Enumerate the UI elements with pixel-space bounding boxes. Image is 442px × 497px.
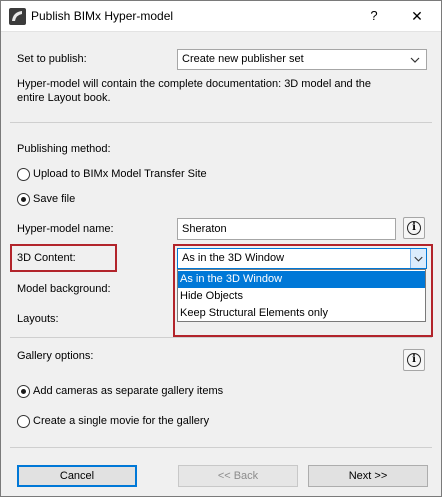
upload-radio-label[interactable]: Upload to BIMx Model Transfer Site [33, 168, 207, 180]
back-button[interactable]: << Back [178, 465, 298, 487]
set-to-publish-value: Create new publisher set [182, 53, 304, 65]
3d-content-label: 3D Content: [17, 252, 76, 264]
3d-content-select[interactable]: As in the 3D Window [177, 248, 427, 269]
publishing-method-label: Publishing method: [17, 143, 111, 155]
add-cameras-radio[interactable] [17, 385, 30, 398]
info-icon: i [407, 221, 421, 235]
divider [10, 337, 432, 338]
add-cameras-radio-label[interactable]: Add cameras as separate gallery items [33, 385, 223, 397]
hypermodel-name-label: Hyper-model name: [17, 223, 114, 235]
title-bar: Publish BIMx Hyper-model ? ✕ [1, 1, 441, 32]
hypermodel-name-input[interactable]: Sheraton [177, 218, 396, 240]
dropdown-option[interactable]: As in the 3D Window [178, 271, 425, 288]
gallery-info-button[interactable]: i [403, 349, 425, 371]
cancel-button[interactable]: Cancel [17, 465, 137, 487]
description-line-2: entire Layout book. [17, 92, 111, 104]
description-line-1: Hyper-model will contain the complete do… [17, 78, 372, 90]
hypermodel-info-button[interactable]: i [403, 217, 425, 239]
chevron-down-icon [410, 57, 420, 63]
publish-dialog: Publish BIMx Hyper-model ? ✕ Set to publ… [0, 0, 442, 497]
next-button[interactable]: Next >> [308, 465, 428, 487]
help-button[interactable]: ? [363, 5, 385, 27]
model-background-label: Model background: [17, 283, 111, 295]
upload-radio[interactable] [17, 168, 30, 181]
divider [10, 122, 432, 123]
gallery-options-label: Gallery options: [17, 350, 94, 362]
window-title: Publish BIMx Hyper-model [31, 9, 174, 23]
close-button[interactable]: ✕ [406, 5, 428, 27]
layouts-label: Layouts: [17, 313, 59, 325]
save-file-radio[interactable] [17, 193, 30, 206]
single-movie-radio[interactable] [17, 415, 30, 428]
set-to-publish-select[interactable]: Create new publisher set [177, 49, 427, 70]
hypermodel-name-value: Sheraton [182, 223, 227, 235]
archicad-app-icon [9, 8, 26, 25]
chevron-down-icon [410, 249, 426, 268]
dropdown-option[interactable]: Hide Objects [178, 288, 425, 305]
3d-content-value: As in the 3D Window [182, 252, 285, 264]
set-to-publish-label: Set to publish: [17, 53, 87, 65]
single-movie-radio-label[interactable]: Create a single movie for the gallery [33, 415, 209, 427]
divider [10, 447, 432, 448]
info-icon: i [407, 353, 421, 367]
dropdown-option[interactable]: Keep Structural Elements only [178, 305, 425, 322]
save-file-radio-label[interactable]: Save file [33, 193, 75, 205]
3d-content-dropdown-list: As in the 3D Window Hide Objects Keep St… [177, 269, 426, 322]
